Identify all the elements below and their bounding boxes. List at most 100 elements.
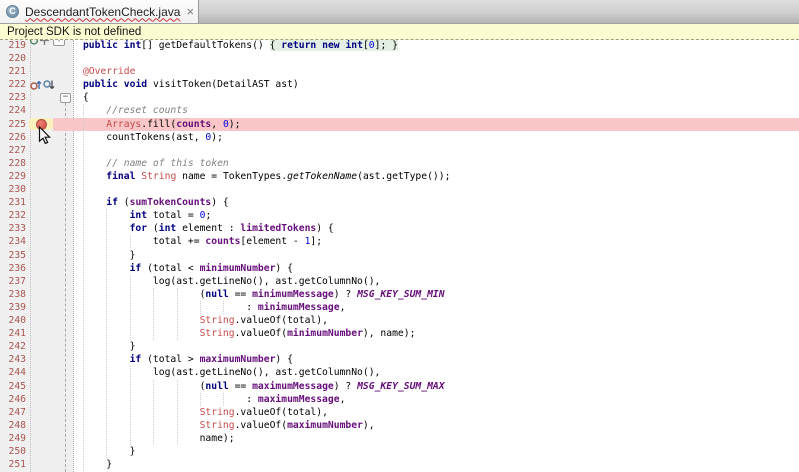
code-line[interactable]: //reset counts <box>60 104 188 117</box>
code-line[interactable]: String.valueOf(total), <box>60 314 328 327</box>
code-token: ) ? <box>334 381 357 392</box>
code-token: , <box>211 119 223 130</box>
code-token: ( <box>118 197 130 208</box>
code-token: String <box>200 328 235 339</box>
code-line[interactable]: { <box>60 91 89 104</box>
code-token: maximumNumber <box>287 420 363 431</box>
code-line[interactable]: : minimumMessage, <box>60 301 346 314</box>
code-line[interactable]: // name of this token <box>60 157 229 170</box>
code-token <box>60 315 200 326</box>
code-token <box>60 158 107 169</box>
code-token: ), <box>363 420 375 431</box>
code-line[interactable]: @Override <box>60 65 136 78</box>
sdk-warning-banner: Project SDK is not defined <box>0 24 799 40</box>
code-line[interactable]: total += counts[element - 1]; <box>60 235 322 248</box>
code-token: if <box>106 197 118 208</box>
code-token <box>60 119 107 130</box>
code-token <box>60 407 200 418</box>
code-line[interactable]: : maximumMessage, <box>60 393 346 406</box>
code-token: (total > <box>141 354 199 365</box>
code-line[interactable]: String.valueOf(total), <box>60 406 328 419</box>
override-indicator-icon[interactable] <box>29 40 39 46</box>
code-token: total += <box>60 236 206 247</box>
code-token: minimumNumber <box>200 263 276 274</box>
code-token <box>60 420 200 431</box>
code-token: ) ? <box>334 289 357 300</box>
code-token: ) { <box>275 263 293 274</box>
overriding-method-icon[interactable] <box>30 79 42 91</box>
code-token <box>60 328 200 339</box>
code-token: ( <box>60 381 206 392</box>
code-line[interactable]: log(ast.getLineNo(), ast.getColumnNo(), <box>60 366 381 379</box>
code-line[interactable]: (null == maximumMessage) ? MSG_KEY_SUM_M… <box>60 380 445 393</box>
code-token: , <box>340 394 346 405</box>
code-token: [ <box>363 40 369 51</box>
code-line[interactable]: if (sumTokenCounts) { <box>60 196 229 209</box>
code-line[interactable]: public int[] getDefaultTokens() { return… <box>60 40 398 52</box>
code-token: (total < <box>141 263 199 274</box>
tab-title: DescendantTokenCheck.java <box>25 5 180 19</box>
code-token: // name of this token <box>106 158 228 169</box>
code-line[interactable]: } <box>60 249 136 262</box>
tab-descendanttokencheck-java[interactable]: C DescendantTokenCheck.java × <box>0 0 199 23</box>
code-token: == <box>229 381 252 392</box>
code-line[interactable]: countTokens(ast, 0); <box>60 131 223 144</box>
code-token: name); <box>60 433 235 444</box>
code-token: int <box>130 210 148 221</box>
fold-plus-icon[interactable] <box>40 40 49 46</box>
code-token: .valueOf(total), <box>235 315 328 326</box>
code-token: ), name); <box>363 328 416 339</box>
code-token: return <box>281 40 316 51</box>
code-token: maximumMessage <box>258 394 340 405</box>
code-line[interactable]: String.valueOf(maximumNumber), <box>60 419 375 432</box>
code-token <box>60 354 130 365</box>
code-line[interactable]: int total = 0; <box>60 209 212 222</box>
code-token: //reset counts <box>106 105 188 116</box>
code-line[interactable]: } <box>60 340 136 353</box>
code-token: void <box>124 79 147 90</box>
code-token: int <box>345 40 363 51</box>
code-editor[interactable]: 2192202212222232242252262272282292302312… <box>0 40 799 472</box>
code-token <box>60 40 83 51</box>
code-token <box>60 223 130 234</box>
sdk-warning-message: Project SDK is not defined <box>7 26 141 38</box>
code-token: counts <box>176 119 211 130</box>
code-token: : <box>60 302 258 313</box>
java-class-icon: C <box>6 5 19 18</box>
code-line[interactable]: String.valueOf(minimumNumber), name); <box>60 327 416 340</box>
overridden-method-icon[interactable] <box>43 79 55 91</box>
code-line[interactable]: if (total > maximumNumber) { <box>60 353 293 366</box>
code-line[interactable]: } <box>60 445 136 458</box>
editor-tab-bar: C DescendantTokenCheck.java × <box>0 0 799 24</box>
code-token: .valueOf(total), <box>235 407 328 418</box>
code-token: ( <box>147 223 159 234</box>
code-token: public <box>83 40 118 51</box>
code-line[interactable]: public void visitToken(DetailAST ast) <box>60 78 299 91</box>
code-line[interactable]: log(ast.getLineNo(), ast.getColumnNo(), <box>60 275 381 288</box>
code-token: ) { <box>211 197 229 208</box>
code-line[interactable]: name); <box>60 432 235 445</box>
code-line[interactable]: (null == minimumMessage) ? MSG_KEY_SUM_M… <box>60 288 445 301</box>
code-line[interactable]: Arrays.fill(counts, 0); <box>60 118 241 131</box>
code-token: ) { <box>275 354 293 365</box>
code-token: MSG_KEY_SUM_MAX <box>357 381 445 392</box>
code-line[interactable]: for (int element : limitedTokens) { <box>60 222 334 235</box>
code-token: (ast.getType()); <box>357 171 450 182</box>
code-token: null <box>205 289 228 300</box>
code-token: getTokenName <box>287 171 357 182</box>
code-token: ); <box>229 119 241 130</box>
code-token: ]; <box>310 236 322 247</box>
code-token: minimumMessage <box>258 302 340 313</box>
code-token: .valueOf( <box>235 328 288 339</box>
close-icon[interactable]: × <box>186 5 194 18</box>
code-token: .valueOf( <box>235 420 288 431</box>
code-token: @Override <box>83 66 136 77</box>
code-line[interactable]: if (total < minimumNumber) { <box>60 262 293 275</box>
code-line[interactable]: } <box>60 458 113 471</box>
code-token: name = TokenTypes. <box>176 171 287 182</box>
code-line[interactable]: final String name = TokenTypes.getTokenN… <box>60 170 451 183</box>
code-token: visitToken(DetailAST ast) <box>147 79 299 90</box>
code-token: [element - <box>240 236 304 247</box>
code-token: { <box>270 40 282 51</box>
code-token: } <box>60 459 113 470</box>
